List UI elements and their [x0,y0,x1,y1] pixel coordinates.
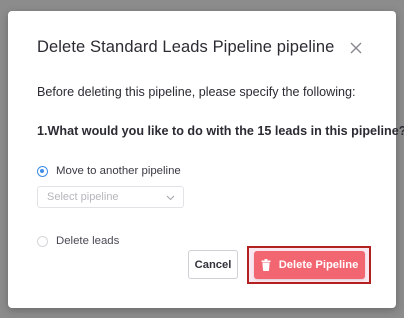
pipeline-select-placeholder: Select pipeline [47,191,119,203]
move-leads-label: Move to another pipeline [56,165,181,177]
cancel-button[interactable]: Cancel [188,250,238,279]
delete-pipeline-dialog: Delete Standard Leads Pipeline pipeline … [8,11,404,308]
delete-leads-label: Delete leads [56,235,120,247]
delete-leads-option[interactable]: Delete leads [37,235,119,247]
dialog-title: Delete Standard Leads Pipeline pipeline [37,38,335,56]
delete-pipeline-label: Delete Pipeline [278,259,359,271]
delete-leads-radio[interactable] [37,235,48,247]
close-icon[interactable] [347,39,365,57]
pipeline-select[interactable]: Select pipeline [37,186,184,208]
trash-icon [261,259,271,271]
leads-question: 1.What would you like to do with the 15 … [37,124,404,138]
move-leads-radio[interactable] [37,165,48,177]
chevron-down-icon [166,193,175,205]
intro-text: Before deleting this pipeline, please sp… [37,85,356,99]
delete-pipeline-button[interactable]: Delete Pipeline [254,251,365,279]
move-leads-option[interactable]: Move to another pipeline [37,165,181,177]
